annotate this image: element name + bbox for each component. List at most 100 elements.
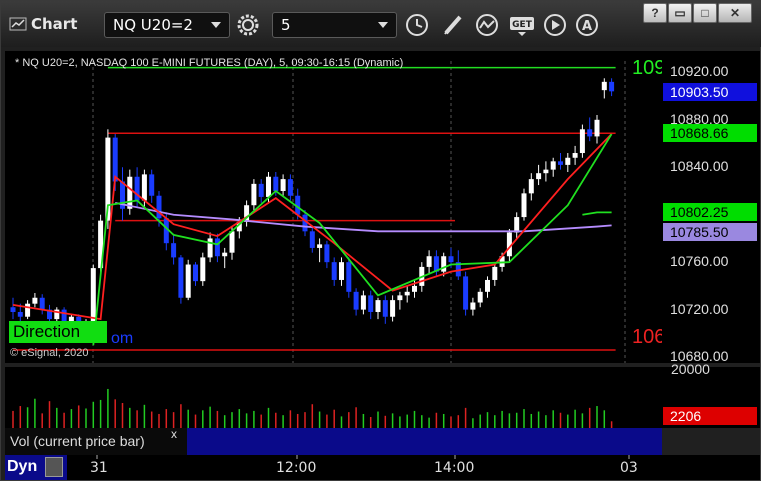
get-icon: GET xyxy=(510,17,534,36)
candle-body xyxy=(287,179,293,196)
candle-body xyxy=(331,262,337,280)
candle-body xyxy=(229,231,235,253)
volume-bar xyxy=(63,412,65,428)
direction-suffix: om xyxy=(111,330,134,347)
volume-bar xyxy=(472,418,474,428)
volume-axis: 20000 2206 xyxy=(662,361,760,428)
volume-bar xyxy=(326,414,328,428)
candle-body xyxy=(149,174,155,196)
alerts-button[interactable]: A xyxy=(573,12,601,38)
volume-bar xyxy=(428,417,430,428)
volume-bar xyxy=(150,411,153,428)
volume-bar xyxy=(340,416,343,428)
candle-body xyxy=(463,276,469,310)
close-button[interactable]: ✕ xyxy=(718,3,752,23)
volume-bar xyxy=(596,406,598,428)
volume-bar xyxy=(567,414,569,428)
volume-bar xyxy=(552,410,554,428)
candle-body xyxy=(536,173,542,180)
candle-body xyxy=(565,157,571,165)
volume-bar xyxy=(238,409,241,428)
volume-bar xyxy=(194,414,197,428)
price-plot[interactable]: * NQ U20=2, NASDAQ 100 E-MINI FUTURES (D… xyxy=(5,51,666,363)
volume-legend-bar xyxy=(187,428,662,455)
volume-bar xyxy=(209,406,211,428)
candle-body xyxy=(609,81,615,92)
candle-body xyxy=(200,257,206,282)
price-axis[interactable]: 10920.0010880.0010840.0010800.0010760.00… xyxy=(662,51,760,364)
volume-bar xyxy=(114,399,116,428)
volume-bar xyxy=(457,415,460,428)
help-button[interactable]: ? xyxy=(643,3,667,23)
minimize-button[interactable]: ▭ xyxy=(668,3,692,23)
candle-body xyxy=(492,266,498,280)
candle-body xyxy=(32,297,38,304)
candle-body xyxy=(579,129,585,154)
time-axis[interactable]: Dyn 31 12:00 14:00 03 xyxy=(5,455,760,480)
volume-bar xyxy=(377,411,379,428)
app-title-text: Chart xyxy=(31,15,78,33)
candle-body xyxy=(185,264,191,298)
interval-combo[interactable]: 5 xyxy=(272,12,397,38)
volume-bar xyxy=(494,415,496,428)
candle-body xyxy=(382,300,388,317)
title-bar: Chart NQ U20=2 5 GET A ? ▭ □ ✕ xyxy=(1,1,761,47)
replay-button[interactable] xyxy=(541,12,569,38)
studies-button[interactable] xyxy=(473,12,501,38)
slow-ma-line xyxy=(92,133,613,346)
price-chart-svg[interactable] xyxy=(5,51,662,363)
candle-body xyxy=(528,179,534,194)
candle-body xyxy=(558,161,563,165)
direction-label[interactable]: Direction xyxy=(9,321,107,343)
price-tick-label: 10720.00 xyxy=(670,300,729,317)
candle-body xyxy=(521,193,527,218)
time-template-button[interactable] xyxy=(403,12,431,38)
candle-body xyxy=(470,302,476,310)
get-button[interactable]: GET xyxy=(508,12,538,38)
volume-bar xyxy=(508,413,511,428)
svg-text:GET: GET xyxy=(512,20,533,30)
volume-bar xyxy=(99,399,102,428)
volume-bar xyxy=(107,388,109,428)
symbol-combo[interactable]: NQ U20=2 xyxy=(104,12,230,38)
volume-last-badge: 2206 xyxy=(663,407,757,425)
interval-value: 5 xyxy=(281,16,291,34)
volume-bar xyxy=(275,412,277,428)
volume-bar xyxy=(34,398,36,428)
volume-bar xyxy=(253,410,255,428)
volume-chart-svg xyxy=(12,388,613,428)
draw-tools-button[interactable] xyxy=(440,12,468,38)
close-icon[interactable]: x xyxy=(171,427,177,441)
volume-bar xyxy=(26,407,29,428)
chart-app-icon xyxy=(9,17,27,31)
candle-body xyxy=(390,300,396,317)
volume-bar xyxy=(158,413,160,428)
volume-bar xyxy=(421,415,423,428)
volume-legend[interactable]: Vol (current price bar) x xyxy=(5,427,187,455)
volume-panel[interactable] xyxy=(5,367,662,428)
volume-bar xyxy=(348,412,350,428)
candle-body xyxy=(90,268,96,322)
volume-bar xyxy=(399,416,401,428)
volume-bar xyxy=(384,415,387,428)
maximize-button[interactable]: □ xyxy=(693,3,717,23)
volume-bar xyxy=(231,412,233,428)
candle-body xyxy=(127,176,133,209)
time-tick-03: 03 xyxy=(620,460,638,476)
volume-bar xyxy=(260,414,262,428)
price-tick-label: 10760.00 xyxy=(670,253,729,270)
candle-body xyxy=(346,262,352,292)
bottom-edge-label: 106 xyxy=(632,326,666,348)
volume-bar xyxy=(515,412,518,428)
volume-bar xyxy=(442,413,445,428)
volume-bar xyxy=(479,414,481,428)
candle-body xyxy=(17,311,23,317)
candle-body xyxy=(251,183,257,206)
settings-button[interactable] xyxy=(234,12,262,38)
candle-body xyxy=(214,238,220,257)
candle-body xyxy=(10,307,16,312)
candle-body xyxy=(141,174,147,201)
candle-body xyxy=(550,161,556,170)
volume-bar xyxy=(180,404,182,428)
candle-body xyxy=(193,264,198,282)
